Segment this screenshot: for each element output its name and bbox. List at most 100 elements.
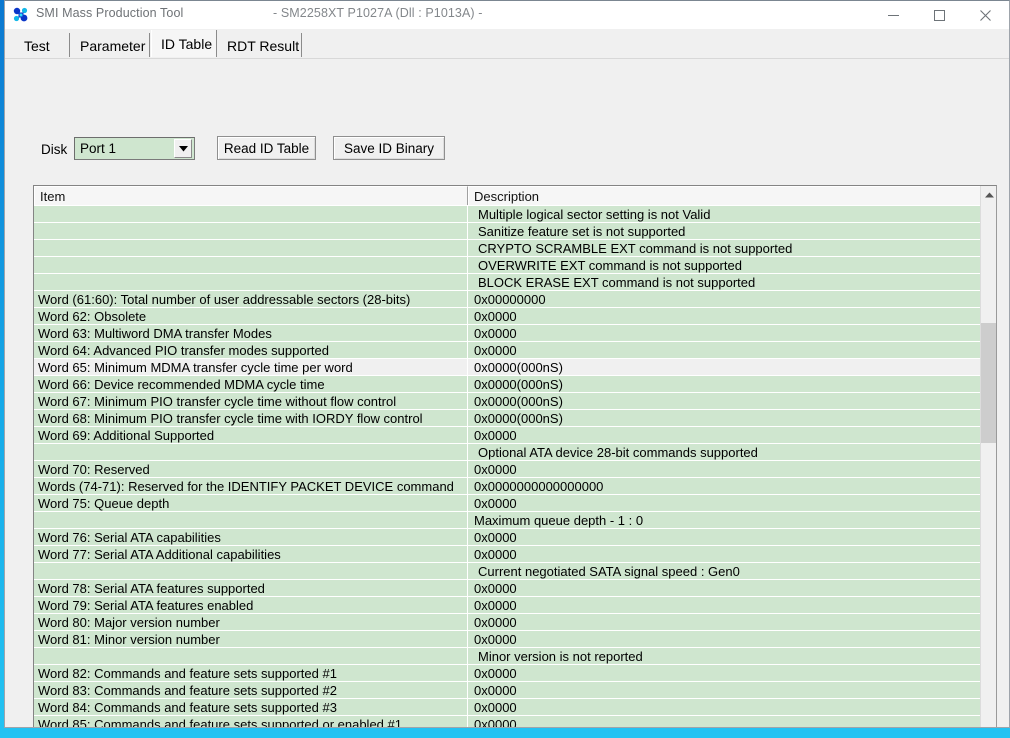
cell-item — [34, 206, 468, 222]
cell-item: Word 68: Minimum PIO transfer cycle time… — [34, 410, 468, 426]
cell-item: Word 83: Commands and feature sets suppo… — [34, 682, 468, 698]
table-row[interactable]: Word 83: Commands and feature sets suppo… — [34, 682, 982, 699]
cell-description: 0x0000(000nS) — [474, 360, 563, 375]
window-title: SMI Mass Production Tool — [36, 6, 184, 20]
table-row[interactable]: Word 85: Commands and feature sets suppo… — [34, 716, 982, 728]
disk-select[interactable]: Port 1 — [74, 137, 195, 160]
cell-item: Word 67: Minimum PIO transfer cycle time… — [34, 393, 468, 409]
cell-description: 0x0000 — [474, 309, 517, 324]
cell-description: Optional ATA device 28-bit commands supp… — [478, 445, 758, 460]
close-button[interactable] — [962, 1, 1008, 29]
table-row[interactable]: Word 63: Multiword DMA transfer Modes 0x0… — [34, 325, 982, 342]
tab-strip: Test Parameter ID Table RDT Result — [5, 29, 1009, 58]
client-area: Disk Port 1 Read ID Table Save ID Binary… — [5, 58, 1009, 727]
chevron-down-icon[interactable] — [174, 139, 192, 158]
cell-item: Word 70: Reserved — [34, 461, 468, 477]
table-row[interactable]: OVERWRITE EXT command is not supported — [34, 257, 982, 274]
cell-item: Word 85: Commands and feature sets suppo… — [34, 716, 468, 727]
minimize-button[interactable] — [870, 1, 916, 29]
tab-rdt-result[interactable]: RDT Result — [218, 33, 302, 58]
table-row[interactable]: Word 77: Serial ATA Additional capabilit… — [34, 546, 982, 563]
column-header-description[interactable]: Description — [468, 186, 988, 205]
table-row[interactable]: CRYPTO SCRAMBLE EXT command is not suppo… — [34, 240, 982, 257]
cell-description: 0x0000000000000000 — [474, 479, 604, 494]
cell-description: 0x0000 — [474, 717, 517, 728]
column-header-label: Description — [474, 188, 540, 204]
table-row[interactable]: Word 69: Additional Supported 0x0000 — [34, 427, 982, 444]
table-row[interactable]: Minor version is not reported — [34, 648, 982, 665]
tab-label: Test — [24, 37, 50, 54]
cell-item: Word 79: Serial ATA features enabled — [34, 597, 468, 613]
table-row[interactable]: Word 78: Serial ATA features supported 0x… — [34, 580, 982, 597]
table-row[interactable]: Word 81: Minor version number 0x0000 — [34, 631, 982, 648]
cell-description: CRYPTO SCRAMBLE EXT command is not suppo… — [478, 241, 793, 256]
cell-description: 0x0000 — [474, 428, 517, 443]
cell-description: 0x0000 — [474, 632, 517, 647]
cell-item: Words (74-71): Reserved for the IDENTIFY… — [34, 478, 468, 494]
table-row[interactable]: Current negotiated SATA signal speed : G… — [34, 563, 982, 580]
application-window: SMI Mass Production Tool - SM2258XT P102… — [4, 0, 1010, 728]
tab-label: ID Table — [161, 36, 213, 52]
listview-rows: Multiple logical sector setting is not V… — [34, 206, 982, 728]
cell-item — [34, 240, 468, 256]
cell-description: Maximum queue depth - 1 : 0 — [474, 513, 644, 528]
cell-description: Multiple logical sector setting is not V… — [478, 207, 711, 222]
cell-item — [34, 257, 468, 273]
cell-item: Word 84: Commands and feature sets suppo… — [34, 699, 468, 715]
cell-item — [34, 274, 468, 290]
table-row[interactable]: Word 80: Major version number 0x0000 — [34, 614, 982, 631]
desktop-background: SMI Mass Production Tool - SM2258XT P102… — [0, 0, 1010, 738]
cell-item — [34, 648, 468, 664]
id-table-listview: Item Description Multiple logical sector… — [33, 185, 997, 728]
smi-app-icon — [12, 6, 30, 24]
cell-item — [34, 563, 468, 579]
cell-item: Word 75: Queue depth — [34, 495, 468, 511]
table-row[interactable]: BLOCK ERASE EXT command is not supported — [34, 274, 982, 291]
maximize-button[interactable] — [916, 1, 962, 29]
table-row[interactable]: Word 75: Queue depth 0x0000 — [34, 495, 982, 512]
tab-parameter[interactable]: Parameter — [71, 33, 150, 58]
listview-header: Item Description — [34, 186, 996, 205]
cell-item: Word 78: Serial ATA features supported — [34, 580, 468, 596]
table-row[interactable]: Word 84: Commands and feature sets suppo… — [34, 699, 982, 716]
cell-item: Word 63: Multiword DMA transfer Modes — [34, 325, 468, 341]
table-row[interactable]: Word 79: Serial ATA features enabled 0x00… — [34, 597, 982, 614]
cell-item: Word 65: Minimum MDMA transfer cycle tim… — [34, 359, 468, 375]
cell-description: 0x0000 — [474, 666, 517, 681]
vertical-scroll-thumb[interactable] — [981, 323, 996, 443]
table-row[interactable]: Word (61:60): Total number of user addre… — [34, 291, 982, 308]
table-row[interactable]: Word 68: Minimum PIO transfer cycle time… — [34, 410, 982, 427]
read-id-table-button[interactable]: Read ID Table — [217, 136, 316, 160]
table-row[interactable]: Maximum queue depth - 1 : 0 — [34, 512, 982, 529]
save-id-binary-button[interactable]: Save ID Binary — [333, 136, 445, 160]
cell-description: OVERWRITE EXT command is not supported — [478, 258, 742, 273]
table-row[interactable]: Sanitize feature set is not supported — [34, 223, 982, 240]
cell-item — [34, 512, 468, 528]
cell-description: BLOCK ERASE EXT command is not supported — [478, 275, 756, 290]
table-row[interactable]: Optional ATA device 28-bit commands supp… — [34, 444, 982, 461]
table-row[interactable]: Word 62: Obsolete 0x0000 — [34, 308, 982, 325]
tab-id-table[interactable]: ID Table — [151, 30, 217, 58]
column-header-item[interactable]: Item — [34, 186, 468, 205]
table-row[interactable]: Word 66: Device recommended MDMA cycle t… — [34, 376, 982, 393]
tab-test[interactable]: Test — [15, 33, 70, 58]
cell-item — [34, 223, 468, 239]
cell-description: Minor version is not reported — [478, 649, 643, 664]
scroll-up-icon[interactable] — [981, 186, 996, 203]
table-row[interactable]: Word 64: Advanced PIO transfer modes sup… — [34, 342, 982, 359]
table-row[interactable]: Word 82: Commands and feature sets suppo… — [34, 665, 982, 682]
table-row[interactable]: Multiple logical sector setting is not V… — [34, 206, 982, 223]
cell-item: Word 62: Obsolete — [34, 308, 468, 324]
cell-description: 0x0000 — [474, 683, 517, 698]
save-id-binary-label: Save ID Binary — [343, 140, 435, 156]
table-row[interactable]: Word 70: Reserved 0x0000 — [34, 461, 982, 478]
table-row[interactable]: Word 67: Minimum PIO transfer cycle time… — [34, 393, 982, 410]
table-row[interactable]: Word 65: Minimum MDMA transfer cycle tim… — [34, 359, 982, 376]
vertical-scrollbar[interactable] — [980, 186, 996, 727]
cell-item: Word 69: Additional Supported — [34, 427, 468, 443]
cell-item: Word 76: Serial ATA capabilities — [34, 529, 468, 545]
cell-item: Word 81: Minor version number — [34, 631, 468, 647]
table-row[interactable]: Words (74-71): Reserved for the IDENTIFY… — [34, 478, 982, 495]
table-row[interactable]: Word 76: Serial ATA capabilities 0x0000 — [34, 529, 982, 546]
cell-description: 0x0000 — [474, 462, 517, 477]
